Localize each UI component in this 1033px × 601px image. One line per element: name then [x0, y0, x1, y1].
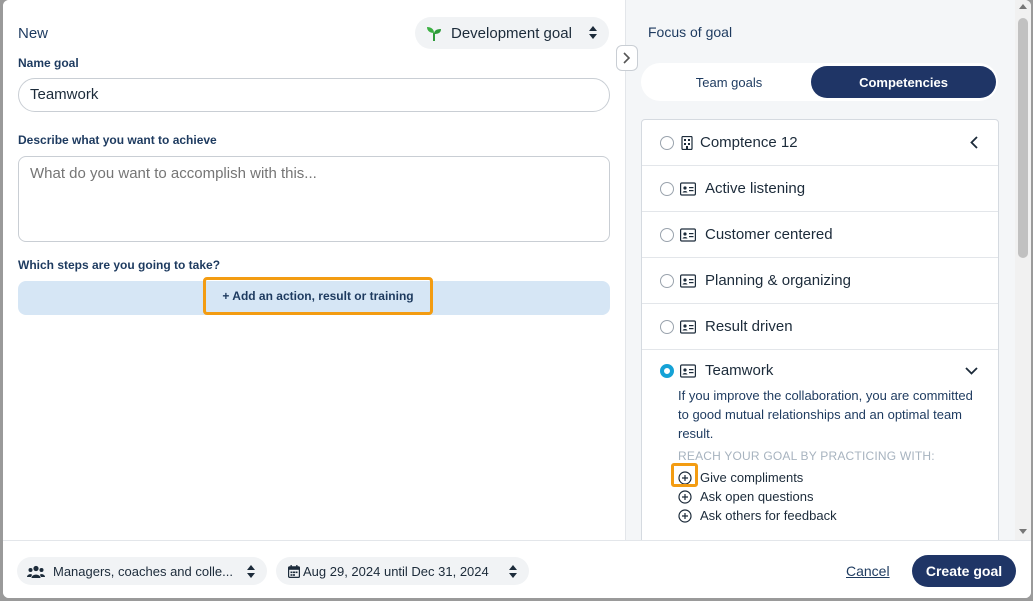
chevron-left-icon[interactable]	[970, 136, 978, 149]
competency-item-active-listening[interactable]: Active listening	[642, 166, 998, 212]
audience-label: Managers, coaches and colle...	[53, 563, 233, 579]
description-textarea[interactable]	[18, 156, 610, 242]
radio-button[interactable]	[660, 181, 674, 196]
audience-select[interactable]: Managers, coaches and colle...	[17, 557, 267, 585]
scrollbar-thumb[interactable]	[1018, 18, 1028, 258]
scroll-up-arrow[interactable]	[1019, 4, 1027, 9]
id-card-icon	[680, 181, 696, 196]
sort-updown-icon	[509, 565, 517, 578]
collapse-panel-button[interactable]	[616, 45, 638, 71]
practice-item-ask-for-feedback[interactable]: Ask others for feedback	[678, 508, 837, 523]
plus-circle-icon[interactable]	[678, 508, 692, 523]
goal-type-label: Development goal	[451, 24, 572, 42]
competency-item-teamwork: Teamwork If you improve the collaboratio…	[642, 350, 998, 548]
steps-label: Which steps are you going to take?	[18, 258, 221, 272]
create-goal-button[interactable]: Create goal	[912, 555, 1016, 587]
radio-button[interactable]	[660, 227, 674, 242]
chevron-right-icon	[623, 52, 631, 64]
competency-item-customer-centered[interactable]: Customer centered	[642, 212, 998, 258]
id-card-icon	[680, 273, 696, 288]
date-range-select[interactable]: Aug 29, 2024 until Dec 31, 2024	[276, 557, 529, 585]
cancel-button[interactable]: Cancel	[846, 563, 890, 579]
competency-description: If you improve the collaboration, you ar…	[678, 388, 973, 441]
create-goal-modal: New Development goal Name goal Teamwork …	[3, 0, 1031, 598]
competency-item-comptence-12[interactable]: Comptence 12	[642, 120, 998, 166]
competency-item-result-driven[interactable]: Result driven	[642, 304, 998, 350]
competency-item-planning-organizing[interactable]: Planning & organizing	[642, 258, 998, 304]
page-title: New	[18, 25, 49, 42]
practice-caption: REACH YOUR GOAL BY PRACTICING WITH:	[678, 449, 935, 463]
focus-title: Focus of goal	[648, 24, 733, 40]
competency-label: Comptence 12	[700, 134, 798, 151]
id-card-icon	[680, 364, 696, 378]
scrollbar[interactable]	[1015, 0, 1031, 540]
add-action-button[interactable]: + Add an action, result or training	[203, 277, 433, 315]
sort-updown-icon	[247, 565, 255, 578]
competency-label: Active listening	[705, 180, 806, 197]
sort-updown-icon	[589, 26, 597, 39]
description-label: Describe what you want to achieve	[18, 133, 217, 147]
competency-list: Comptence 12 Active listening Customer c…	[641, 119, 999, 549]
radio-button-selected[interactable]	[660, 364, 674, 378]
competency-label: Result driven	[705, 318, 793, 335]
chevron-down-icon[interactable]	[965, 367, 978, 375]
goal-form-panel: New Development goal Name goal Teamwork …	[3, 0, 625, 540]
competency-label: Teamwork	[705, 362, 774, 379]
practice-label: Give compliments	[700, 470, 804, 485]
radio-button[interactable]	[660, 135, 674, 150]
highlight-box	[671, 463, 698, 487]
modal-footer: Managers, coaches and colle... Aug 29, 2…	[3, 540, 1031, 598]
radio-button[interactable]	[660, 319, 674, 334]
competency-label: Customer centered	[705, 226, 833, 243]
sprout-icon	[427, 27, 441, 41]
plus-circle-icon[interactable]	[678, 489, 692, 504]
focus-tabs: Team goals Competencies	[641, 63, 998, 101]
tab-competencies[interactable]: Competencies	[811, 66, 996, 98]
scroll-down-arrow[interactable]	[1019, 529, 1027, 534]
teamwork-header[interactable]: Teamwork	[642, 350, 998, 379]
id-card-icon	[680, 227, 696, 242]
building-icon	[681, 135, 693, 150]
users-icon	[27, 565, 45, 578]
goal-type-select[interactable]: Development goal	[415, 17, 609, 49]
practice-label: Ask open questions	[700, 489, 814, 504]
id-card-icon	[680, 319, 696, 334]
practice-label: Ask others for feedback	[700, 508, 837, 523]
radio-button[interactable]	[660, 273, 674, 288]
date-range-label: Aug 29, 2024 until Dec 31, 2024	[303, 563, 489, 579]
name-goal-input[interactable]: Teamwork	[18, 78, 610, 112]
focus-panel: Focus of goal Team goals Competencies Co…	[625, 0, 1015, 549]
competency-label: Planning & organizing	[705, 272, 851, 289]
name-goal-label: Name goal	[18, 56, 79, 70]
tab-team-goals[interactable]: Team goals	[644, 66, 814, 98]
calendar-icon	[288, 564, 300, 578]
practice-item-ask-open-questions[interactable]: Ask open questions	[678, 489, 813, 504]
